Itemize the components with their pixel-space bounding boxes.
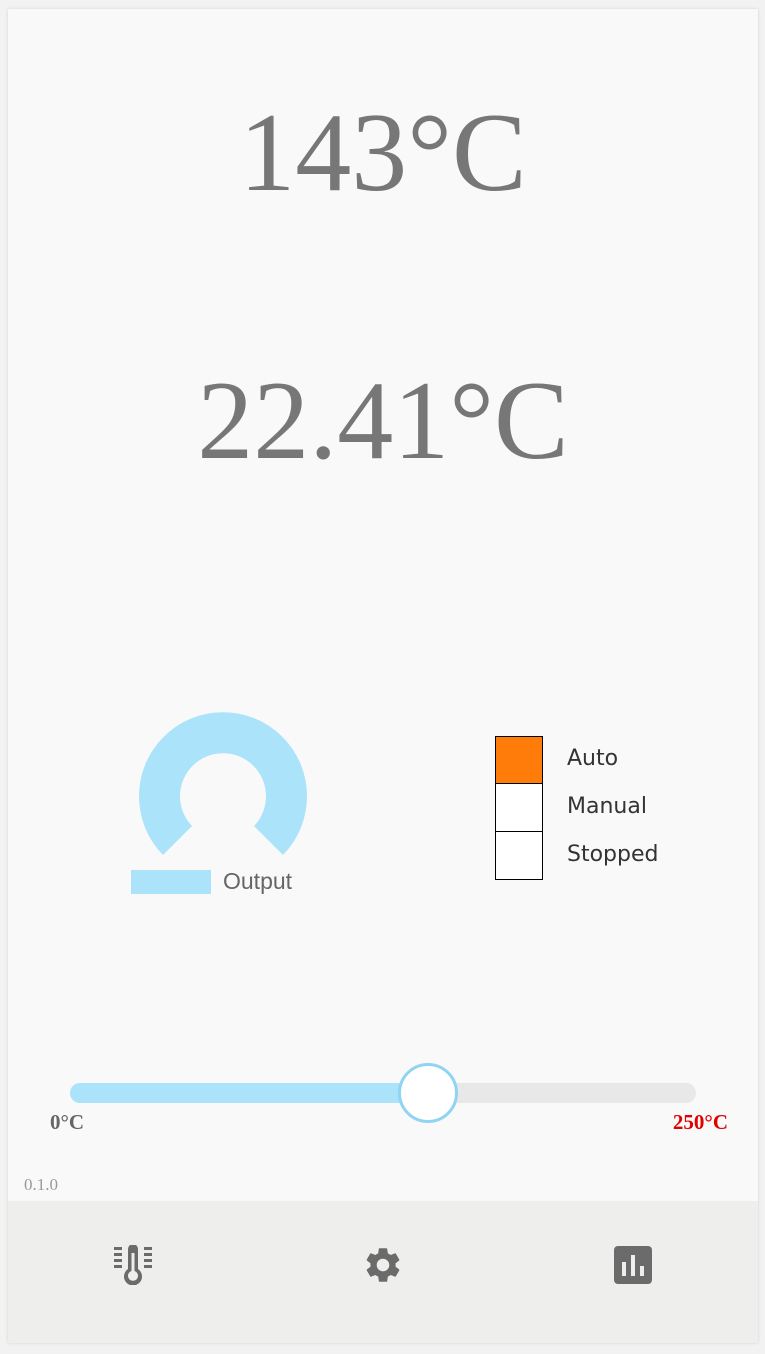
setpoint-temperature: 143°C [239,91,527,215]
app-version: 0.1.0 [24,1175,58,1194]
mode-checkbox-stopped[interactable] [495,831,543,880]
bar-chart-icon [614,1246,652,1284]
mode-label-auto: Auto [567,746,619,771]
nav-chart-button[interactable] [609,1241,657,1289]
mode-option-auto[interactable]: Auto [495,736,715,784]
gear-icon [366,1248,400,1282]
mode-checkbox-auto[interactable] [495,736,543,784]
mode-label-manual: Manual [567,794,647,819]
nav-settings-button[interactable] [359,1241,407,1289]
setpoint-slider[interactable] [70,1063,696,1123]
nav-temperature-button[interactable] [109,1241,157,1289]
app-screen: 143°C 22.41°C Output Auto Manual Stopped… [8,9,758,1343]
mode-selector: Auto Manual Stopped [495,736,715,880]
mode-checkbox-manual[interactable] [495,783,543,832]
slider-max-label: 250°C [672,1110,728,1134]
mode-option-stopped[interactable]: Stopped [495,831,715,880]
mode-label-stopped: Stopped [567,842,659,867]
setpoint-slider-fill [70,1083,428,1103]
thermometer-icon [114,1245,152,1285]
output-legend-label: Output [223,868,293,894]
setpoint-slider-thumb[interactable] [398,1063,458,1123]
bottom-navigation [8,1201,758,1343]
output-gauge-arc [139,712,307,855]
output-legend-swatch [131,870,211,894]
output-gauge [139,712,307,855]
current-temperature: 22.41°C [197,359,569,483]
slider-min-label: 0°C [50,1110,85,1134]
mode-option-manual[interactable]: Manual [495,783,715,832]
